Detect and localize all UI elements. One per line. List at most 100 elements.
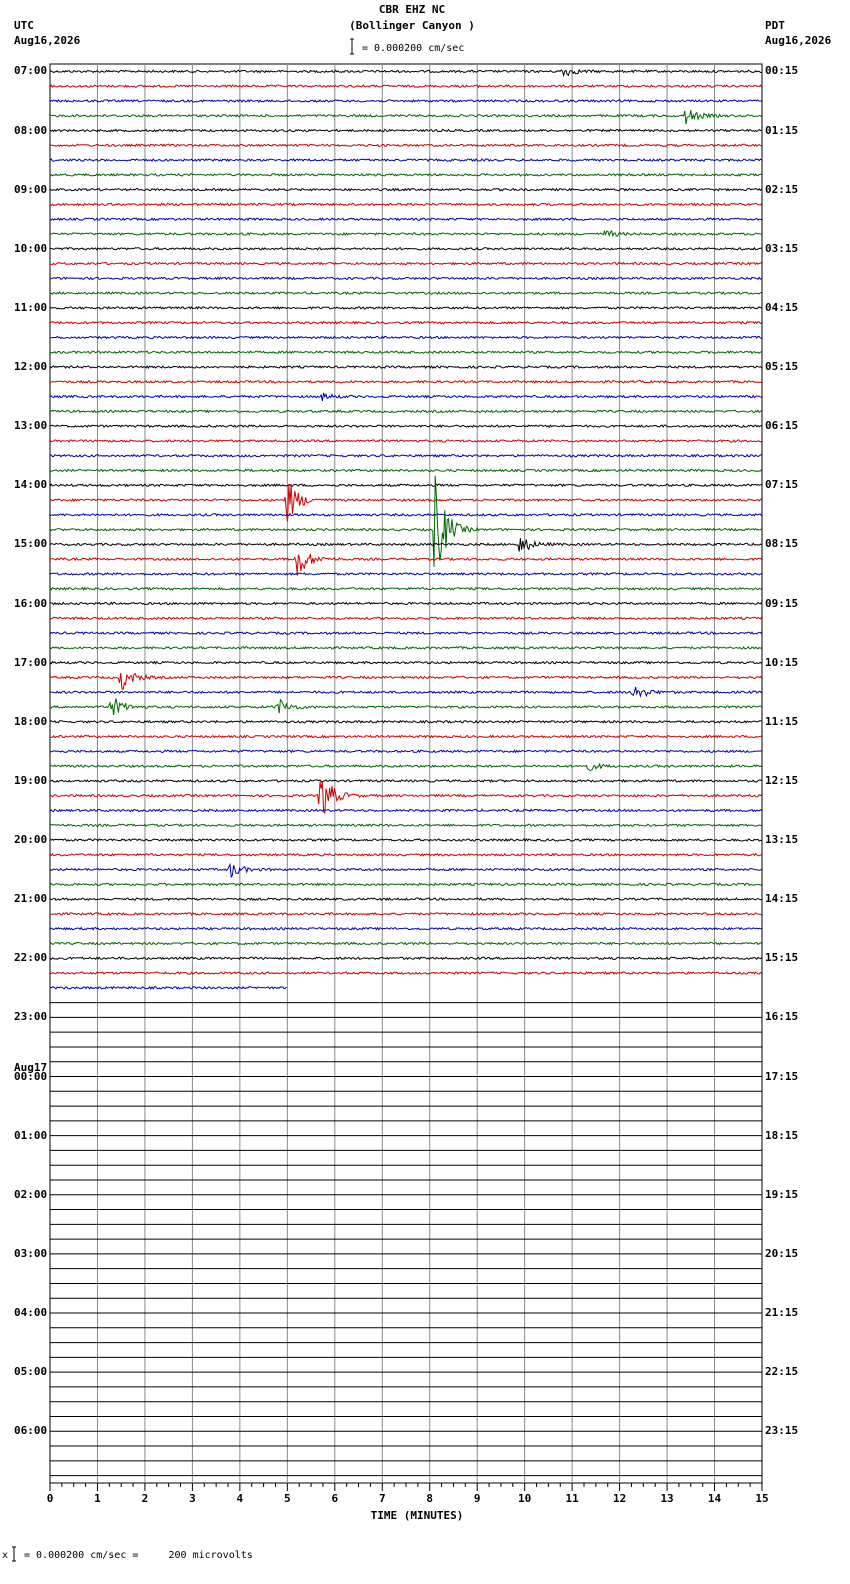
pdt-hour-label: 04:15 <box>765 300 799 314</box>
trace-row <box>49 911 762 917</box>
utc-hour-label: 15:00 <box>14 537 48 551</box>
trace-row <box>49 672 762 690</box>
x-tick-label: 9 <box>474 1492 481 1505</box>
utc-hour-label: 05:00 <box>14 1365 48 1379</box>
trace-row <box>49 98 762 104</box>
utc-hour-label: 17:00 <box>14 655 48 669</box>
trace-row <box>49 941 762 946</box>
time-axis: 0 1 2 3 4 5 6 7 8 9 10 11 12 13 14 15 <box>47 1483 769 1505</box>
utc-hour-label: 12:00 <box>14 360 48 374</box>
x-tick-label: 7 <box>379 1492 386 1505</box>
utc-hour-label: 20:00 <box>14 833 48 847</box>
utc-hour-label: 23:00 <box>14 1010 48 1024</box>
pdt-hour-label: 09:15 <box>765 596 799 610</box>
trace-row <box>49 468 763 473</box>
helicorder-plot: 0 1 2 3 4 5 6 7 8 9 10 11 12 13 14 15 <box>12 38 769 1562</box>
trace-row <box>49 379 762 384</box>
seismic-traces <box>49 68 763 990</box>
trace-row <box>49 926 762 931</box>
x-tick-label: 11 <box>566 1492 580 1505</box>
x-tick-label: 3 <box>189 1492 196 1505</box>
trace-row <box>49 762 762 772</box>
pdt-hour-label: 17:15 <box>765 1069 799 1083</box>
utc-hour-label: 10:00 <box>14 241 48 255</box>
utc-hour-label: 08:00 <box>14 123 48 137</box>
trace-row <box>49 350 762 355</box>
x-tick-label: 4 <box>237 1492 244 1505</box>
trace-row <box>49 365 762 370</box>
pdt-hour-label: 12:15 <box>765 773 799 787</box>
pdt-hour-label: 00:15 <box>765 64 799 78</box>
trace-row <box>49 956 762 961</box>
trace-row <box>49 143 762 148</box>
scale-label: = 0.000200 cm/sec <box>362 43 465 54</box>
trace-row <box>49 645 762 650</box>
footer-scale: = 0.000200 cm/sec = 200 microvolts <box>24 1550 253 1561</box>
pdt-hour-label: 06:15 <box>765 419 799 433</box>
pdt-hour-label: 10:15 <box>765 655 799 669</box>
pdt-hour-label: 02:15 <box>765 182 799 196</box>
utc-hour-label: 21:00 <box>14 892 48 906</box>
trace-row <box>49 897 762 902</box>
x-tick-label: 1 <box>94 1492 101 1505</box>
trace-row <box>50 335 762 340</box>
trace-row <box>49 128 762 133</box>
utc-hour-label: 02:00 <box>14 1187 48 1201</box>
x-tick-label: 15 <box>755 1492 768 1505</box>
x-axis-label: TIME (MINUTES) <box>370 1509 464 1522</box>
trace-row <box>49 781 762 814</box>
trace-row <box>49 392 762 401</box>
utc-hour-label: 06:00 <box>14 1424 48 1438</box>
trace-row <box>49 971 762 975</box>
trace-row <box>49 424 762 429</box>
utc-hour-label: 16:00 <box>14 596 48 610</box>
trace-row <box>49 475 762 567</box>
utc-hour-label: 13:00 <box>14 419 48 433</box>
trace-row <box>49 110 762 125</box>
trace-row <box>49 749 762 754</box>
trace-row <box>49 837 762 843</box>
trace-row <box>49 852 762 857</box>
trace-row <box>49 68 762 78</box>
trace-row <box>49 172 762 177</box>
trace-row <box>49 538 762 552</box>
pdt-hour-label: 08:15 <box>765 537 799 551</box>
x-tick-label: 13 <box>660 1492 673 1505</box>
trace-row <box>49 229 762 238</box>
utc-hour-label: 22:00 <box>14 951 48 965</box>
trace-row <box>49 778 762 783</box>
pdt-hour-label: 14:15 <box>765 892 799 906</box>
x-tick-label: 5 <box>284 1492 291 1505</box>
pdt-hour-label: 03:15 <box>765 241 799 255</box>
pdt-hour-label: 23:15 <box>765 1424 799 1438</box>
pdt-hour-label: 16:15 <box>765 1010 799 1024</box>
station-title: CBR EHZ NC <box>378 3 446 16</box>
trace-row <box>50 453 762 458</box>
trace-row <box>49 571 762 576</box>
pdt-hour-label: 01:15 <box>765 123 799 137</box>
trace-row <box>49 631 762 636</box>
utc-hour-label: 01:00 <box>14 1128 48 1142</box>
plot-frame <box>49 63 763 1484</box>
trace-row <box>49 586 762 591</box>
pdt-hour-label: 22:15 <box>765 1365 799 1379</box>
trace-row <box>49 616 762 621</box>
trace-row <box>49 438 762 443</box>
pdt-hour-label: 20:15 <box>765 1246 799 1260</box>
left-date: Aug16,2026 <box>14 34 81 47</box>
trace-row <box>49 601 762 606</box>
utc-hour-label: 18:00 <box>14 714 48 728</box>
utc-hour-label: 14:00 <box>14 478 48 492</box>
utc-hour-label: 03:00 <box>14 1246 48 1260</box>
trace-row <box>49 734 762 739</box>
station-location: (Bollinger Canyon ) <box>349 19 475 32</box>
x-tick-label: 6 <box>331 1492 338 1505</box>
trace-row <box>49 246 762 251</box>
x-tick-label: 8 <box>426 1492 433 1505</box>
trace-row <box>49 158 762 163</box>
trace-row <box>49 305 762 310</box>
pdt-hour-label: 21:15 <box>765 1306 799 1320</box>
trace-row <box>49 217 762 222</box>
grid <box>49 63 763 1484</box>
day-label: Aug17 <box>14 1061 48 1074</box>
